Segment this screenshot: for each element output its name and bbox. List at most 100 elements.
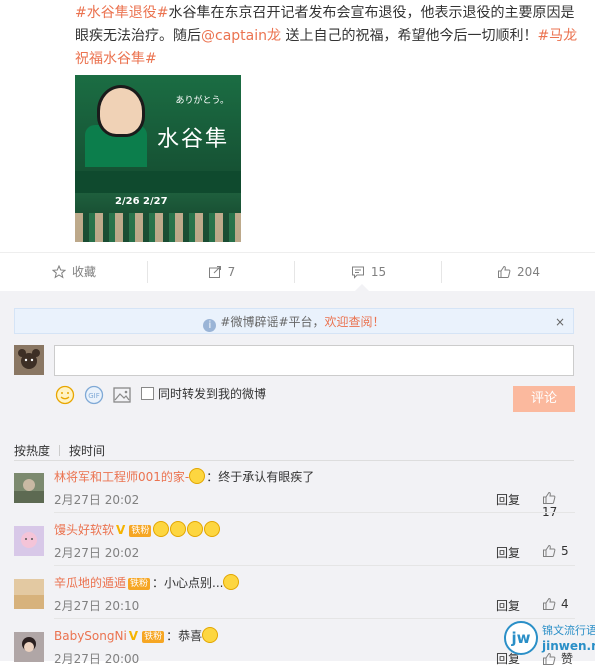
notice-text: #微博辟谣#平台， [220, 315, 325, 329]
my-avatar[interactable] [14, 345, 44, 375]
comment-username[interactable]: 林将军和工程师001的家- [54, 470, 189, 484]
thumbs-up-icon [543, 544, 556, 557]
emoji-button[interactable] [55, 385, 75, 409]
image-crowd [75, 213, 241, 242]
repost-checkbox[interactable]: 同时转发到我的微博 [141, 387, 266, 401]
thumbs-up-icon [543, 491, 556, 504]
smiley-icon [55, 385, 75, 405]
comment-count: 15 [370, 265, 387, 279]
user-avatar-icon [14, 579, 44, 609]
comment-icon [351, 266, 364, 279]
submit-comment-button[interactable]: 评论 [513, 386, 575, 412]
comment-content: 馒头好软软 V 铁粉 [54, 521, 221, 539]
checkbox-box[interactable] [141, 387, 154, 400]
gif-button[interactable]: GIF [84, 385, 104, 409]
post-text-part2: 送上自己的祝福，希望他今后一切顺利！ [281, 28, 538, 44]
comment-text: ：终于承认有眼疾了 [206, 470, 315, 484]
watermark-circle: jw [504, 621, 538, 655]
comment-content: 辛瓜地的遁遁 铁粉 ：小心点别... [54, 574, 240, 592]
comment-text: ：小心点别... [152, 576, 224, 590]
notice-link[interactable]: 欢迎查阅！ [325, 315, 385, 329]
emoji-icon [204, 521, 221, 537]
repost-button[interactable]: 7 [148, 253, 295, 292]
comment-input[interactable] [54, 345, 574, 376]
comment-like-count: 4 [561, 597, 569, 611]
comment-username[interactable]: 辛瓜地的遁遁 [54, 576, 126, 590]
hashtag-retire[interactable]: #水谷隼退役# [75, 5, 168, 21]
emoji-icon [187, 521, 204, 537]
comment-sort: 按热度 按时间 [14, 442, 105, 459]
comment-text: ：恭喜 [166, 629, 203, 643]
like-button[interactable]: 204 [442, 253, 595, 292]
user-avatar-icon [14, 473, 44, 503]
comment-caret [354, 284, 370, 292]
sort-divider-line [14, 460, 574, 461]
fan-badge: 铁粉 [142, 631, 165, 643]
image-band [75, 171, 241, 193]
user-avatar-icon [14, 526, 44, 556]
sort-by-time[interactable]: 按时间 [69, 444, 105, 458]
image-player [97, 85, 145, 137]
thumbs-up-icon [543, 597, 556, 610]
comment-divider [54, 618, 575, 619]
avatar[interactable] [14, 473, 44, 503]
emoji-icon [223, 574, 240, 590]
emoji-icon [170, 521, 187, 537]
watermark-url: jinwen.net [542, 639, 595, 653]
image-subtitle: ありがとう。 [175, 96, 229, 106]
picture-icon [113, 387, 131, 403]
comment-divider [54, 565, 575, 566]
comment-like-count: 5 [561, 544, 569, 558]
verified-icon: V [128, 629, 139, 643]
like-count: 204 [517, 265, 540, 279]
comment-divider [54, 512, 575, 513]
comment-content: 林将军和工程师001的家- ：终于承认有眼疾了 [54, 468, 314, 486]
comment-time: 2月27日 20:10 [54, 599, 140, 613]
mention-captain-long[interactable]: @captain龙 [201, 28, 281, 44]
favorite-button[interactable]: 收藏 [0, 253, 148, 292]
post-image[interactable]: ありがとう。 水谷隼 2/26 2/27 [75, 75, 241, 242]
emoji-icon [202, 627, 219, 643]
avatar[interactable] [14, 579, 44, 609]
post-text: #水谷隼退役#水谷隼在东京召开记者发布会宣布退役，他表示退役的主要原因是眼疾无法… [75, 2, 580, 71]
sort-divider [59, 445, 61, 456]
comment-like-button[interactable]: 17 [542, 491, 575, 519]
watermark-logo: jw 锦文流行语 jinwen.net [504, 619, 595, 661]
comment-time: 2月27日 20:02 [54, 493, 140, 507]
image-upload-button[interactable] [112, 385, 132, 409]
avatar[interactable] [14, 526, 44, 556]
watermark-title: 锦文流行语 [542, 624, 595, 637]
thumbs-up-icon [498, 265, 511, 278]
comment-time: 2月27日 20:00 [54, 652, 140, 666]
comment-content: BabySongNi V 铁粉 ：恭喜 [54, 627, 219, 645]
image-title: 水谷隼 [156, 127, 229, 152]
reply-button[interactable]: 回复 [496, 597, 520, 614]
emoji-icon [189, 468, 206, 484]
repost-icon [208, 266, 221, 278]
comment-time: 2月27日 20:02 [54, 546, 140, 560]
comment-username[interactable]: BabySongNi [54, 629, 127, 643]
fan-badge: 铁粉 [129, 525, 152, 537]
user-avatar-icon [14, 632, 44, 662]
fan-badge: 铁粉 [128, 578, 151, 590]
gif-icon: GIF [84, 385, 104, 405]
verified-icon: V [116, 523, 126, 537]
repost-checkbox-label: 同时转发到我的微博 [158, 387, 267, 401]
rumor-notice: i #微博辟谣#平台，欢迎查阅！ × [14, 308, 574, 334]
emoji-icon [153, 521, 170, 537]
close-icon[interactable]: × [555, 309, 565, 335]
info-icon: i [203, 319, 217, 332]
comment-like-button[interactable]: 5 [542, 544, 569, 558]
comment-like-button[interactable]: 4 [542, 597, 569, 611]
star-icon [51, 264, 67, 279]
repost-count: 7 [227, 265, 236, 279]
reply-button[interactable]: 回复 [496, 491, 520, 508]
sort-by-hot[interactable]: 按热度 [14, 444, 50, 458]
action-bar: 收藏 7 15 204 [0, 252, 595, 292]
image-date: 2/26 2/27 [115, 196, 168, 207]
favorite-label: 收藏 [71, 265, 96, 279]
avatar[interactable] [14, 632, 44, 662]
comment-username[interactable]: 馒头好软软 [54, 523, 114, 537]
dog-avatar-icon [14, 345, 44, 375]
reply-button[interactable]: 回复 [496, 544, 520, 561]
